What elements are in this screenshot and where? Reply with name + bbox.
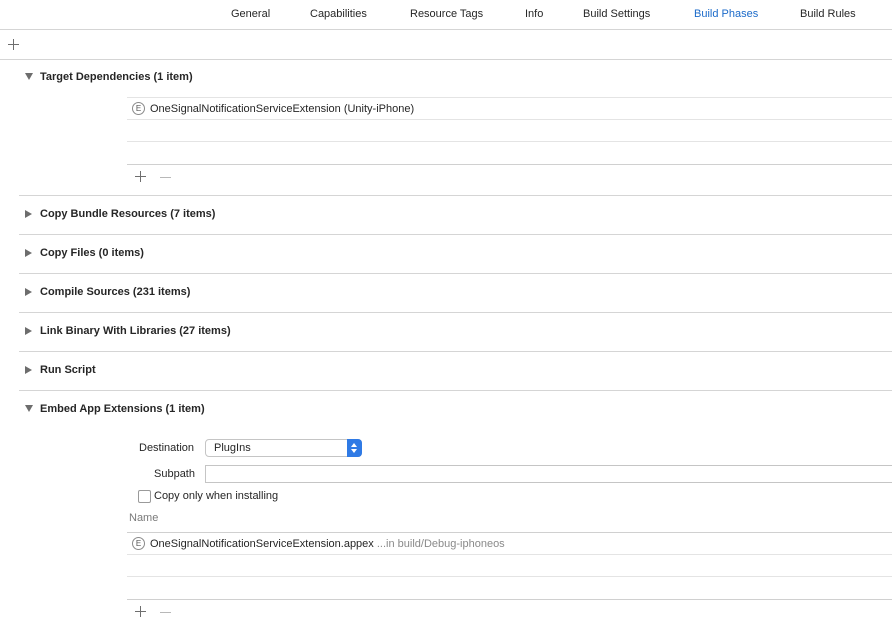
tab-capabilities[interactable]: Capabilities (310, 8, 367, 20)
phase-divider (19, 234, 892, 235)
disclosure-triangle-closed-icon[interactable] (25, 249, 32, 257)
list-bottom-border (127, 164, 892, 165)
add-extension-icon[interactable] (135, 606, 146, 617)
name-column-header[interactable]: Name (129, 512, 158, 524)
copy-only-label: Copy only when installing (154, 490, 279, 502)
phase-title-link-binary[interactable]: Link Binary With Libraries (27 items) (40, 325, 231, 337)
list-top-border (127, 532, 892, 533)
disclosure-triangle-closed-icon[interactable] (25, 327, 32, 335)
extension-icon: E (132, 102, 145, 115)
dependency-label: OneSignalNotificationServiceExtension (U… (150, 103, 415, 115)
embedded-item-text: OneSignalNotificationServiceExtension.ap… (150, 538, 505, 550)
row-divider (127, 141, 892, 142)
phase-title-embed-app-extensions[interactable]: Embed App Extensions (1 item) (40, 403, 205, 415)
popup-arrows-icon (347, 439, 362, 457)
phase-title-copy-bundle-resources[interactable]: Copy Bundle Resources (7 items) (40, 208, 215, 220)
phases-toolbar (0, 30, 892, 60)
tab-resource-tags[interactable]: Resource Tags (410, 8, 483, 20)
row-divider (127, 119, 892, 120)
tab-bar: General Capabilities Resource Tags Info … (0, 0, 892, 30)
remove-extension-icon[interactable] (160, 606, 171, 617)
phase-title-run-script[interactable]: Run Script (40, 364, 96, 376)
tab-build-rules[interactable]: Build Rules (800, 8, 856, 20)
phase-divider (19, 195, 892, 196)
disclosure-triangle-closed-icon[interactable] (25, 366, 32, 374)
row-divider (127, 576, 892, 577)
phase-divider (19, 312, 892, 313)
destination-value: PlugIns (214, 442, 251, 454)
embedded-item-label: OneSignalNotificationServiceExtension.ap… (150, 538, 374, 550)
disclosure-triangle-closed-icon[interactable] (25, 210, 32, 218)
subpath-input[interactable] (205, 465, 892, 483)
extension-icon: E (132, 537, 145, 550)
add-build-phase-icon[interactable] (8, 39, 19, 50)
phase-divider (19, 273, 892, 274)
add-dependency-icon[interactable] (135, 171, 146, 182)
destination-popup[interactable]: PlugIns (205, 439, 362, 457)
tab-info[interactable]: Info (525, 8, 543, 20)
disclosure-triangle-open-icon[interactable] (25, 405, 33, 412)
phase-title-target-dependencies[interactable]: Target Dependencies (1 item) (40, 71, 193, 83)
tab-general[interactable]: General (231, 8, 270, 20)
copy-only-checkbox[interactable] (138, 490, 151, 503)
phase-title-copy-files[interactable]: Copy Files (0 items) (40, 247, 144, 259)
disclosure-triangle-open-icon[interactable] (25, 73, 33, 80)
disclosure-triangle-closed-icon[interactable] (25, 288, 32, 296)
tab-build-phases[interactable]: Build Phases (694, 8, 758, 20)
destination-label: Destination (139, 442, 195, 454)
remove-dependency-icon[interactable] (160, 171, 171, 182)
row-divider (127, 554, 892, 555)
tab-build-settings[interactable]: Build Settings (583, 8, 650, 20)
phase-title-compile-sources[interactable]: Compile Sources (231 items) (40, 286, 190, 298)
phase-divider (19, 351, 892, 352)
subpath-label: Subpath (154, 468, 195, 480)
list-top-border (127, 97, 892, 98)
list-bottom-border (127, 599, 892, 600)
phase-divider (19, 390, 892, 391)
embedded-item-path: ...in build/Debug-iphoneos (376, 538, 505, 550)
